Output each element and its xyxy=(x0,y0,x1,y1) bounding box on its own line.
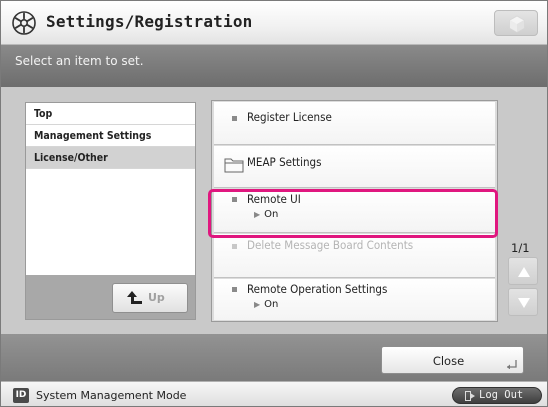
cube-icon xyxy=(509,15,525,33)
bullet-icon xyxy=(232,244,237,249)
up-button[interactable]: Up xyxy=(112,283,188,313)
list-item-remote-ui[interactable]: Remote UI ▶ On xyxy=(214,189,495,233)
item-value-text: On xyxy=(264,209,279,220)
logout-icon xyxy=(465,391,475,401)
triangle-down-icon xyxy=(518,298,530,308)
corner-button[interactable] xyxy=(494,10,538,36)
list-item-meap-settings[interactable]: MEAP Settings xyxy=(214,146,495,188)
nav-item-top[interactable]: Top xyxy=(26,103,195,125)
id-icon: ID xyxy=(13,388,29,403)
logout-label: Log Out xyxy=(479,389,524,401)
triangle-right-icon: ▶ xyxy=(254,300,261,309)
settings-screen: Settings/Registration Select an item to … xyxy=(0,0,548,407)
nav-footer: Up xyxy=(26,275,195,319)
bullet-icon xyxy=(232,197,237,202)
item-label: Remote Operation Settings xyxy=(247,282,388,296)
instruction-band: Select an item to set. xyxy=(1,45,547,87)
instruction-text: Select an item to set. xyxy=(15,54,144,68)
up-arrow-icon xyxy=(127,291,142,304)
close-button[interactable]: Close xyxy=(381,346,524,374)
nav-item-management-settings[interactable]: Management Settings xyxy=(26,125,195,147)
nav-item-license-other[interactable]: License/Other xyxy=(26,147,195,169)
list-item-register-license[interactable]: Register License xyxy=(214,102,495,145)
item-label: Remote UI xyxy=(247,192,301,206)
close-label: Close xyxy=(432,354,465,368)
nav-panel: Top Management Settings License/Other Up xyxy=(25,102,196,320)
item-value: ▶ On xyxy=(254,299,278,310)
page-title: Settings/Registration xyxy=(46,12,253,31)
logout-button[interactable]: Log Out xyxy=(452,387,542,404)
bullet-icon xyxy=(232,116,237,121)
item-label: Delete Message Board Contents xyxy=(247,238,414,252)
scroll-up-button[interactable] xyxy=(508,257,538,285)
mode-status-text: System Management Mode xyxy=(36,389,187,402)
settings-list: Register License MEAP Settings Remote UI… xyxy=(211,100,498,322)
bullet-icon xyxy=(232,287,237,292)
list-item-delete-message-board: Delete Message Board Contents xyxy=(214,234,495,278)
item-label: Register License xyxy=(247,110,332,124)
page-indicator: 1/1 xyxy=(511,241,530,255)
item-label: MEAP Settings xyxy=(247,155,322,169)
settings-gear-icon xyxy=(12,11,36,35)
triangle-up-icon xyxy=(518,267,530,277)
folder-icon xyxy=(224,158,244,173)
item-value: ▶ On xyxy=(254,209,278,220)
status-bar: ID System Management Mode Log Out xyxy=(1,381,547,406)
up-label: Up xyxy=(148,291,165,304)
return-corner-icon xyxy=(507,360,517,369)
item-value-text: On xyxy=(264,299,279,310)
list-item-remote-operation-settings[interactable]: Remote Operation Settings ▶ On xyxy=(214,279,495,320)
title-bar: Settings/Registration xyxy=(1,1,547,45)
scroll-down-button[interactable] xyxy=(508,288,538,316)
triangle-right-icon: ▶ xyxy=(254,210,261,219)
